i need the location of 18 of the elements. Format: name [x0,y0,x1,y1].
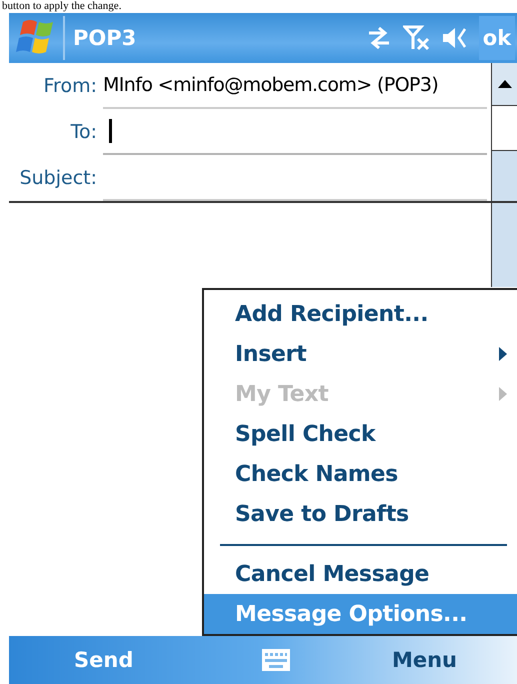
field-label: Subject: [18,167,98,189]
up-arrow-icon[interactable] [498,79,512,89]
scrollbar[interactable] [491,63,517,201]
menu-item[interactable]: Cancel Message [204,554,517,594]
no-signal-icon[interactable] [403,24,431,52]
window-title: POP3 [73,26,138,50]
text-cursor [109,119,112,143]
menu-item[interactable]: Add Recipient... [204,294,517,334]
menu-item[interactable]: Save to Drafts [204,494,517,534]
field-label: To: [70,121,98,143]
menu-button[interactable]: Menu [382,644,467,676]
input-field[interactable]: MInfo <minfo@mobem.com> (POP3) [103,63,487,109]
menu-item[interactable]: Check Names [204,454,517,494]
menu-item[interactable]: Insert [204,334,517,374]
caption-text: button to apply the change. [2,0,122,13]
keyboard-icon[interactable] [261,648,292,672]
field-label: From: [42,75,98,97]
menu-item[interactable]: Spell Check [204,414,517,454]
